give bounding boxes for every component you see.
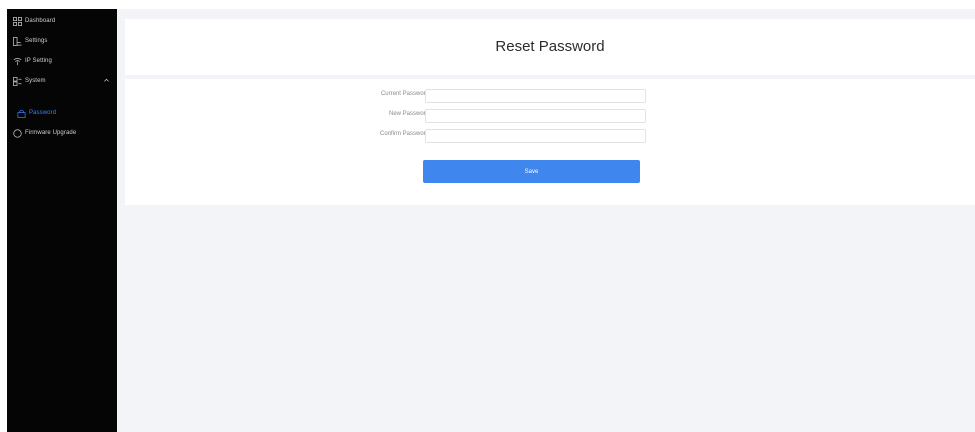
grid-icon [13,16,22,26]
network-icon [13,57,22,66]
sidebar-item-label: System [25,78,46,84]
sidebar-item-dashboard[interactable]: Dashboard [7,11,117,31]
form-row-new-password: New Password [125,109,975,123]
lock-icon [17,109,26,118]
reset-password-form: Current Password New Password Confirm Pa… [125,79,975,205]
sidebar: Dashboard Settings IP Setting System Pas… [7,9,117,432]
main-content: Reset Password Current Password New Pass… [117,9,975,432]
sidebar-item-system[interactable]: System [7,71,117,91]
sidebar-item-label: Settings [25,38,48,44]
chevron-up-icon [104,78,109,83]
confirm-password-label: Confirm Password [379,131,429,137]
current-password-label: Current Password [380,91,429,97]
sidebar-item-label: Dashboard [25,18,56,24]
sidebar-item-firmware-upgrade[interactable]: Firmware Upgrade [7,123,117,143]
sidebar-item-settings[interactable]: Settings [7,31,117,51]
confirm-password-input[interactable] [425,129,646,143]
new-password-input[interactable] [425,109,646,123]
new-password-label: New Password [388,111,429,117]
sidebar-item-label: Firmware Upgrade [25,130,77,136]
sidebar-item-password[interactable]: Password [7,103,117,123]
save-button[interactable]: Save [423,160,640,183]
upgrade-icon [13,128,22,138]
sidebar-item-label: Password [29,110,57,116]
sidebar-item-ip-setting[interactable]: IP Setting [7,51,117,71]
form-row-current-password: Current Password [125,89,975,103]
page-header: Reset Password [125,19,975,75]
app-window: Dashboard Settings IP Setting System Pas… [0,0,975,432]
current-password-input[interactable] [425,89,646,103]
sidebar-item-label: IP Setting [25,58,52,64]
form-row-confirm-password: Confirm Password [125,129,975,143]
system-icon [13,76,22,86]
page-title: Reset Password [495,38,605,55]
settings-icon [13,36,22,46]
